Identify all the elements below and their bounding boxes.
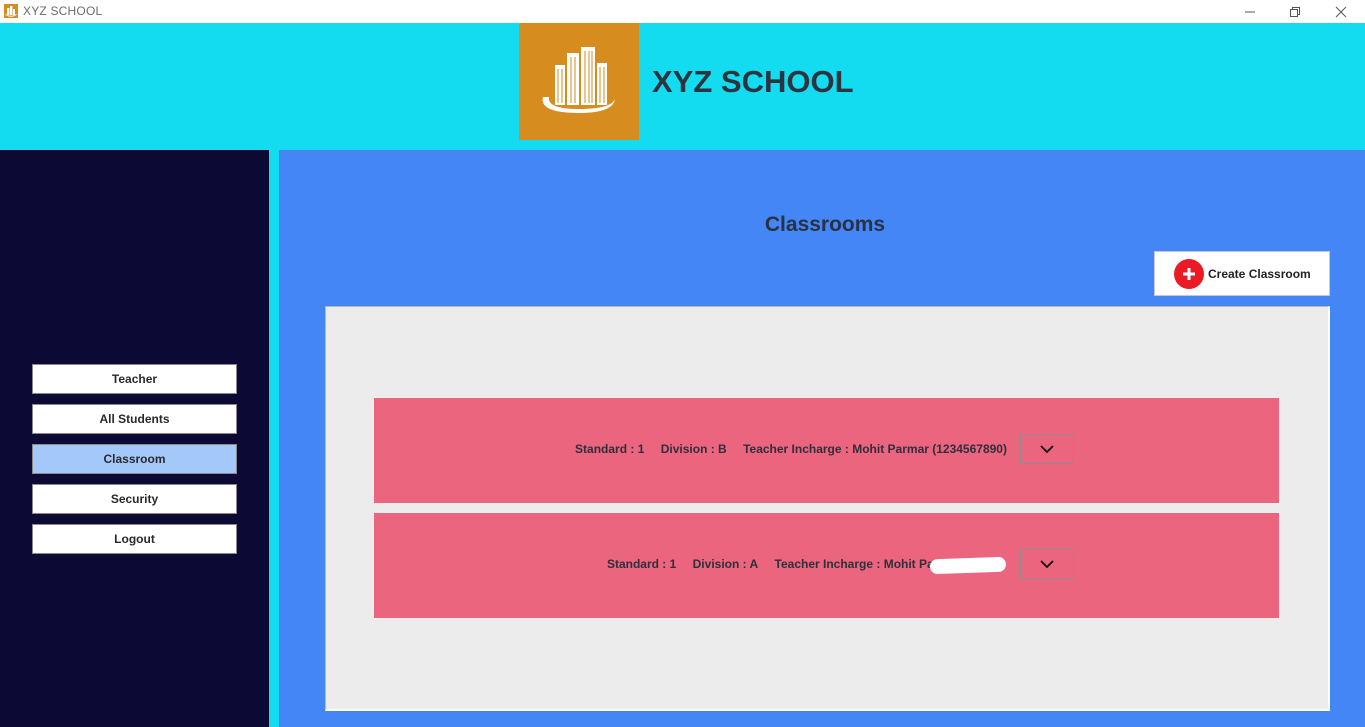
page-title: Classrooms bbox=[764, 213, 886, 236]
classroom-division: Division : A bbox=[692, 557, 759, 571]
chevron-down-icon bbox=[1040, 560, 1054, 569]
building-logo-icon bbox=[542, 47, 615, 113]
minimize-icon bbox=[1245, 11, 1255, 12]
close-icon bbox=[1335, 6, 1347, 17]
expand-button[interactable] bbox=[1020, 549, 1074, 579]
app-icon bbox=[4, 4, 18, 18]
window-title-bar: XYZ SCHOOL bbox=[0, 0, 1365, 23]
classroom-standard: Standard : 1 bbox=[575, 442, 645, 456]
classroom-info: Standard : 1 Division : B Teacher Inchar… bbox=[374, 442, 1279, 456]
app-header: XYZ SCHOOL bbox=[0, 23, 1365, 150]
divider-strip bbox=[269, 150, 279, 727]
minimize-button[interactable] bbox=[1227, 0, 1273, 23]
school-name: XYZ SCHOOL bbox=[652, 64, 854, 99]
window-title: XYZ SCHOOL bbox=[23, 4, 103, 18]
plus-circle-icon bbox=[1174, 258, 1204, 289]
sidebar: Teacher All Students Classroom Security … bbox=[0, 150, 269, 727]
sidebar-item-logout[interactable]: Logout bbox=[32, 524, 237, 554]
restore-icon bbox=[1290, 6, 1300, 17]
classroom-teacher: Teacher Incharge : Mohit Parmar (1234567… bbox=[743, 442, 1007, 456]
classroom-info: Standard : 1 Division : A Teacher Inchar… bbox=[374, 557, 1279, 571]
restore-button[interactable] bbox=[1272, 0, 1318, 23]
sidebar-item-teacher[interactable]: Teacher bbox=[32, 364, 237, 394]
main-content: Classrooms Create Classroom Standard : 1… bbox=[279, 150, 1365, 727]
classroom-card: Standard : 1 Division : A Teacher Inchar… bbox=[374, 513, 1279, 618]
sidebar-item-all-students[interactable]: All Students bbox=[32, 404, 237, 434]
classroom-standard: Standard : 1 bbox=[606, 557, 677, 571]
chevron-down-icon bbox=[1040, 445, 1054, 454]
create-classroom-label: Create Classroom bbox=[1208, 266, 1311, 281]
redaction-mark bbox=[929, 556, 1007, 575]
classroom-card: Standard : 1 Division : B Teacher Inchar… bbox=[374, 398, 1279, 503]
school-logo bbox=[519, 23, 639, 140]
classroom-list-panel: Standard : 1 Division : B Teacher Inchar… bbox=[325, 306, 1330, 711]
sidebar-item-security[interactable]: Security bbox=[32, 484, 237, 514]
create-classroom-button[interactable]: Create Classroom bbox=[1154, 251, 1330, 296]
classroom-division: Division : B bbox=[660, 442, 727, 456]
close-button[interactable] bbox=[1318, 0, 1364, 23]
sidebar-item-classroom[interactable]: Classroom bbox=[32, 444, 237, 474]
expand-button[interactable] bbox=[1020, 434, 1074, 464]
